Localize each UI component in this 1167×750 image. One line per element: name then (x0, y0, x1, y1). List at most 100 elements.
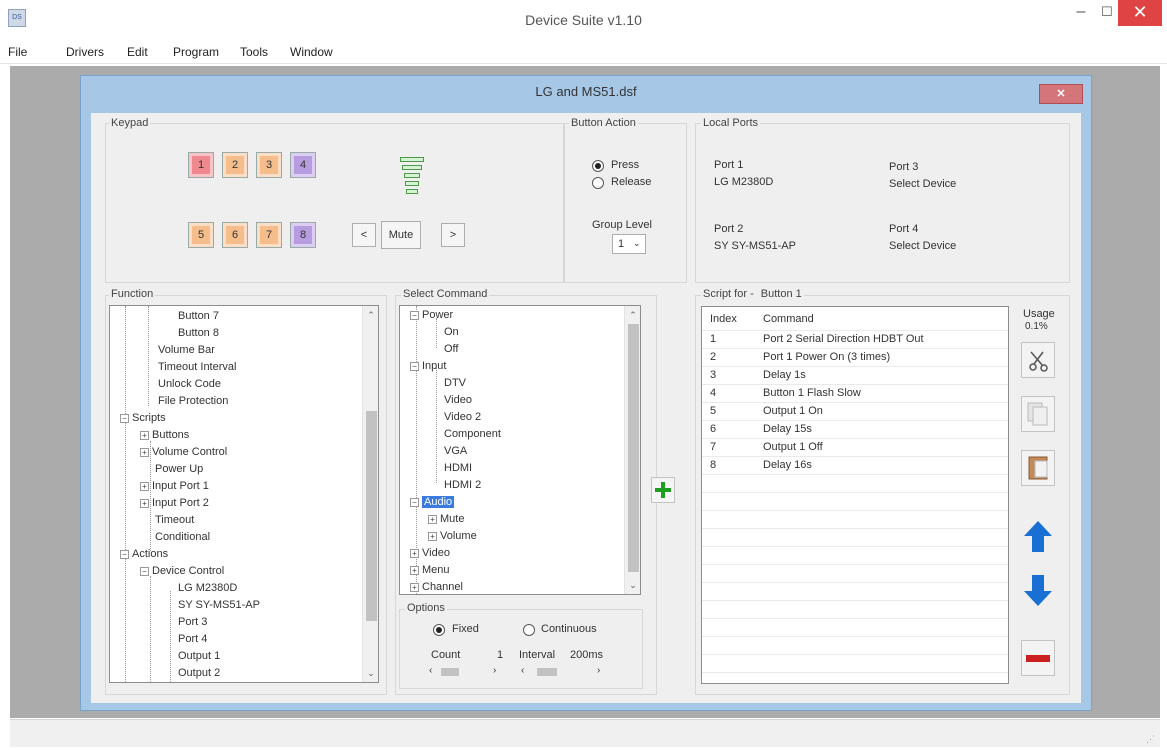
cmd-channel[interactable]: + Channel (410, 581, 463, 593)
copy-button[interactable] (1021, 396, 1055, 432)
minimize-button[interactable]: – (1068, 0, 1094, 26)
tree-item-sy-ms51-ap[interactable]: SY SY-MS51-AP (178, 599, 260, 611)
move-down-button[interactable] (1021, 571, 1055, 607)
tree-item-unlock-code[interactable]: Unlock Code (158, 378, 221, 390)
keypad-key-8[interactable]: 8 (290, 222, 316, 248)
cmd-audio[interactable]: − Audio (410, 496, 455, 508)
release-radio[interactable] (592, 177, 604, 189)
scroll-left-icon[interactable]: ‹ (521, 665, 524, 676)
command-scrollbar[interactable]: ⌃ ⌄ (624, 306, 640, 594)
table-row[interactable]: 3 Delay 1s (702, 367, 1008, 384)
table-row[interactable]: 5 Output 1 On (702, 403, 1008, 420)
fixed-radio[interactable] (433, 624, 445, 636)
scroll-down-icon[interactable]: ⌄ (363, 668, 378, 679)
move-up-button[interactable] (1021, 518, 1055, 554)
keypad-key-7[interactable]: 7 (256, 222, 282, 248)
continuous-radio[interactable] (523, 624, 535, 636)
cmd-menu[interactable]: + Menu (410, 564, 450, 576)
tree-item-output-2[interactable]: Output 2 (178, 667, 220, 679)
expand-icon[interactable]: + (410, 548, 419, 558)
menu-edit[interactable]: Edit (127, 45, 148, 59)
expand-icon[interactable]: + (428, 514, 437, 524)
cmd-volume[interactable]: + Volume (428, 530, 477, 542)
expand-icon[interactable]: + (140, 430, 149, 440)
table-row[interactable]: 6 Delay 15s (702, 421, 1008, 438)
tree-item-volume-control[interactable]: + Volume Control (140, 446, 227, 458)
table-row[interactable]: 4 Button 1 Flash Slow (702, 385, 1008, 402)
menu-tools[interactable]: Tools (240, 45, 268, 59)
port-3-device[interactable]: Select Device (889, 178, 956, 190)
cmd-power[interactable]: − Power (410, 309, 453, 321)
keypad-next-button[interactable]: > (441, 223, 465, 247)
keypad-key-6[interactable]: 6 (222, 222, 248, 248)
column-header-index[interactable]: Index (710, 313, 737, 325)
expand-icon[interactable]: + (140, 447, 149, 457)
cmd-component[interactable]: Component (444, 428, 501, 440)
tree-item-power-up[interactable]: Power Up (155, 463, 203, 475)
scroll-left-icon[interactable]: ‹ (429, 665, 432, 676)
cmd-hdmi-2[interactable]: HDMI 2 (444, 479, 481, 491)
count-thumb[interactable] (441, 668, 459, 676)
paste-button[interactable] (1021, 450, 1055, 486)
menu-file[interactable]: File (8, 45, 27, 59)
cmd-vga[interactable]: VGA (444, 445, 467, 457)
tree-item-port-4[interactable]: Port 4 (178, 633, 207, 645)
collapse-icon[interactable]: − (410, 310, 419, 320)
keypad-key-1[interactable]: 1 (188, 152, 214, 178)
cmd-video-group[interactable]: + Video (410, 547, 450, 559)
tree-item-volume-bar[interactable]: Volume Bar (158, 344, 215, 356)
press-radio[interactable] (592, 160, 604, 172)
port-2-device[interactable]: SY SY-MS51-AP (714, 240, 796, 252)
scroll-right-icon[interactable]: › (597, 665, 600, 676)
menu-window[interactable]: Window (290, 45, 333, 59)
port-4-device[interactable]: Select Device (889, 240, 956, 252)
tree-item-lg-m2380d[interactable]: LG M2380D (178, 582, 237, 594)
tree-item-output-1[interactable]: Output 1 (178, 650, 220, 662)
tree-item-file-protection[interactable]: File Protection (158, 395, 228, 407)
keypad-key-2[interactable]: 2 (222, 152, 248, 178)
resize-grip-icon[interactable]: ⋰ (1146, 734, 1155, 745)
close-window-button[interactable]: ✕ (1118, 0, 1162, 26)
cmd-video-2[interactable]: Video 2 (444, 411, 481, 423)
interval-thumb[interactable] (537, 668, 557, 676)
tree-item-input-port-2[interactable]: + Input Port 2 (140, 497, 209, 509)
add-command-button[interactable] (651, 477, 675, 503)
expand-icon[interactable]: + (140, 498, 149, 508)
cmd-hdmi[interactable]: HDMI (444, 462, 472, 474)
column-header-command[interactable]: Command (763, 313, 814, 325)
cmd-video[interactable]: Video (444, 394, 472, 406)
remove-button[interactable] (1021, 640, 1055, 676)
tree-item-port-3[interactable]: Port 3 (178, 616, 207, 628)
table-row[interactable]: 1 Port 2 Serial Direction HDBT Out (702, 331, 1008, 348)
interval-scrollbar[interactable]: ‹ › (521, 665, 603, 678)
tree-item-device-control[interactable]: − Device Control (140, 565, 224, 577)
script-list[interactable]: Index Command 1 Port 2 Serial Direction H… (701, 306, 1009, 684)
function-tree[interactable]: Button 7 Button 8 Volume Bar Timeout Int… (109, 305, 379, 683)
tree-item-actions[interactable]: − Actions (120, 548, 168, 560)
table-row[interactable]: 7 Output 1 Off (702, 439, 1008, 456)
expand-icon[interactable]: + (410, 582, 419, 592)
scroll-right-icon[interactable]: › (493, 665, 496, 676)
function-scrollbar[interactable]: ⌃ ⌄ (362, 306, 378, 682)
keypad-key-4[interactable]: 4 (290, 152, 316, 178)
expand-icon[interactable]: + (140, 481, 149, 491)
table-row[interactable]: 2 Port 1 Power On (3 times) (702, 349, 1008, 366)
cmd-mute[interactable]: + Mute (428, 513, 464, 525)
mute-button[interactable]: Mute (381, 221, 421, 249)
cmd-off[interactable]: Off (444, 343, 458, 355)
expand-icon[interactable]: + (428, 531, 437, 541)
port-1-device[interactable]: LG M2380D (714, 176, 773, 188)
cut-button[interactable] (1021, 342, 1055, 378)
tree-item-button-8[interactable]: Button 8 (178, 327, 219, 339)
collapse-icon[interactable]: − (410, 361, 419, 371)
tree-item-input-port-1[interactable]: + Input Port 1 (140, 480, 209, 492)
collapse-icon[interactable]: − (120, 413, 129, 423)
keypad-key-5[interactable]: 5 (188, 222, 214, 248)
keypad-key-3[interactable]: 3 (256, 152, 282, 178)
count-scrollbar[interactable]: ‹ › (429, 665, 501, 678)
group-level-select[interactable]: 1 ⌄ (612, 234, 646, 254)
collapse-icon[interactable]: − (140, 566, 149, 576)
document-close-button[interactable]: ✕ (1039, 84, 1083, 104)
table-row[interactable]: 8 Delay 16s (702, 457, 1008, 474)
menu-program[interactable]: Program (173, 45, 219, 59)
